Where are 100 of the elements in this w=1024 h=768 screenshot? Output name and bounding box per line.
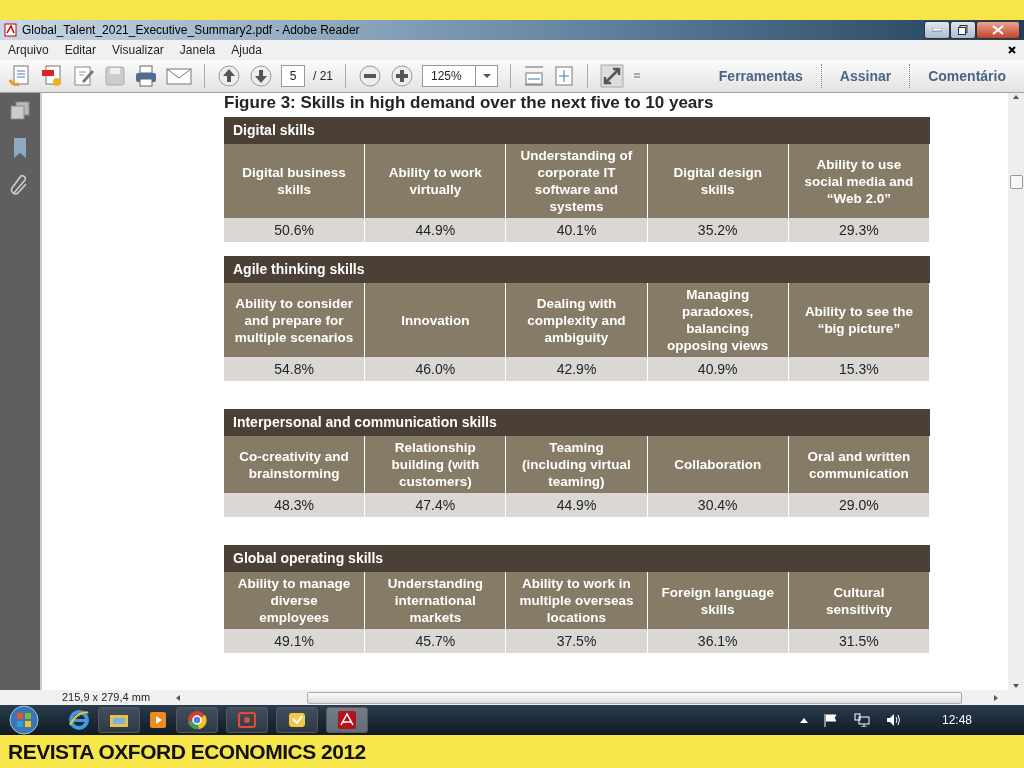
percentage-value: 47.4%	[365, 493, 507, 517]
skill-label: Cultural sensitivity	[788, 572, 930, 629]
network-icon[interactable]	[853, 713, 870, 727]
skill-label: Managing paradoxes, balancing opposing views	[647, 283, 789, 357]
minimize-button[interactable]	[924, 21, 950, 39]
percentage-value: 29.0%	[788, 493, 930, 517]
skill-label: Collaboration	[647, 436, 789, 493]
clock-app-button[interactable]	[276, 707, 318, 733]
scroll-up-arrow[interactable]	[1012, 93, 1020, 101]
percentage-value: 40.1%	[506, 218, 648, 242]
flag-icon[interactable]	[823, 713, 838, 727]
envelope-icon[interactable]	[166, 66, 192, 86]
restore-icon[interactable]	[958, 25, 968, 35]
scrollbar-thumb[interactable]	[1009, 174, 1023, 189]
percentage-value: 31.5%	[788, 629, 930, 653]
zoom-field[interactable]: 125%	[422, 65, 476, 87]
close-button[interactable]	[976, 21, 1020, 39]
skill-label: Co-creativity and brainstorming	[224, 436, 366, 493]
skill-label: Teaming (including virtual teaming)	[506, 436, 648, 493]
percentage-value: 54.8%	[224, 357, 366, 381]
photo-viewer-button[interactable]	[226, 707, 268, 733]
skill-label: Relationship building (with customers)	[365, 436, 507, 493]
section-header: Interpersonal and communication skills	[224, 409, 930, 436]
toolbar-link[interactable]: Comentário	[918, 65, 1016, 87]
restore-button[interactable]	[950, 21, 976, 39]
chrome-button[interactable]	[176, 707, 218, 733]
window-title: Global_Talent_2021_Executive_Summary2.pdf - Adobe Reader	[22, 22, 360, 39]
edit-icon[interactable]	[72, 64, 96, 88]
skill-label: Ability to work in multiple overseas locations	[506, 572, 648, 629]
pdf-icon[interactable]	[337, 710, 357, 730]
skill-label: Dealing with complexity and ambiguity	[506, 283, 648, 357]
toolbar-link[interactable]: Assinar	[829, 65, 902, 87]
skill-label: Ability to use social media and “Web 2.0”	[788, 144, 930, 218]
scroll-down-arrow[interactable]	[1012, 682, 1020, 690]
chrome-icon[interactable]	[187, 710, 207, 730]
reader-button[interactable]	[326, 707, 368, 733]
skill-label: Ability to see the “big picture”	[788, 283, 930, 357]
section-header: Agile thinking skills	[224, 256, 930, 283]
menu-item[interactable]: Ajuda	[231, 41, 262, 59]
zoom-out-icon[interactable]	[358, 64, 382, 88]
slide-caption: REVISTA OXFORD ECONOMICS 2012	[8, 738, 366, 765]
skill-label: Ability to work virtually	[365, 144, 507, 218]
percentage-value: 15.3%	[788, 357, 930, 381]
fit-width-icon[interactable]	[523, 65, 545, 87]
percentage-value: 35.2%	[647, 218, 789, 242]
percentage-value: 44.9%	[506, 493, 648, 517]
skill-label: Understanding international markets	[365, 572, 507, 629]
folder-icon[interactable]	[109, 712, 129, 728]
paperclip-icon[interactable]	[10, 175, 30, 197]
play-icon[interactable]	[148, 710, 168, 730]
clock[interactable]: 12:48	[941, 711, 972, 729]
zoom-in-icon[interactable]	[390, 64, 414, 88]
photo-icon[interactable]	[237, 711, 257, 729]
menu-item[interactable]: Visualizar	[112, 41, 164, 59]
section-header: Global operating skills	[224, 545, 930, 572]
bookmark-icon[interactable]	[12, 137, 28, 159]
scroll-left-arrow[interactable]	[174, 693, 183, 702]
tray-expand-icon[interactable]	[799, 717, 808, 723]
page-total: / 21	[313, 68, 333, 85]
menu-item[interactable]: Arquivo	[8, 41, 49, 59]
section-header: Digital skills	[224, 117, 930, 144]
pdf-icon	[4, 23, 18, 37]
close-icon[interactable]	[992, 25, 1004, 35]
skill-label: Ability to consider and prepare for multiple scenarios	[224, 283, 366, 357]
folder-button[interactable]	[98, 707, 140, 733]
percentage-value: 30.4%	[647, 493, 789, 517]
percentage-value: 46.0%	[365, 357, 507, 381]
skill-label: Understanding of corporate IT software and systems	[506, 144, 648, 218]
close-document-icon[interactable]	[1008, 46, 1016, 54]
percentage-value: 50.6%	[224, 218, 366, 242]
percentage-value: 40.9%	[647, 357, 789, 381]
volume-icon[interactable]	[885, 713, 902, 727]
percentage-value: 36.1%	[647, 629, 789, 653]
toolbar-link[interactable]: Ferramentas	[708, 65, 813, 87]
percentage-value: 44.9%	[365, 218, 507, 242]
figure-title: Figure 3: Skills in high demand over the next five to 10 years	[224, 93, 715, 113]
percentage-value: 37.5%	[506, 629, 648, 653]
zoom-dropdown-button[interactable]	[476, 65, 498, 87]
percentage-value: 45.7%	[365, 629, 507, 653]
menu-item[interactable]: Janela	[179, 41, 216, 59]
skill-label: Digital design skills	[647, 144, 789, 218]
pages-icon[interactable]	[10, 101, 30, 121]
document-icon[interactable]	[40, 64, 64, 88]
skill-label: Ability to manage diverse employees	[224, 572, 366, 629]
skill-label: Digital business skills	[224, 144, 366, 218]
percentage-value: 48.3%	[224, 493, 366, 517]
print-icon[interactable]	[134, 64, 158, 88]
percentage-value: 42.9%	[506, 357, 648, 381]
checkmark-icon[interactable]	[287, 711, 307, 729]
browser-icon[interactable]	[68, 709, 90, 731]
caret-icon[interactable]	[482, 74, 491, 78]
skill-label: Innovation	[365, 283, 507, 357]
skill-label: Oral and written communication	[788, 436, 930, 493]
expand-icon[interactable]	[600, 64, 624, 88]
percentage-value: 49.1%	[224, 629, 366, 653]
page-number-field[interactable]: 5	[281, 65, 305, 87]
percentage-value: 29.3%	[788, 218, 930, 242]
menu-item[interactable]: Editar	[64, 41, 97, 59]
page-size-label: 215,9 x 279,4 mm	[62, 690, 151, 706]
skill-label: Foreign language skills	[647, 572, 789, 629]
